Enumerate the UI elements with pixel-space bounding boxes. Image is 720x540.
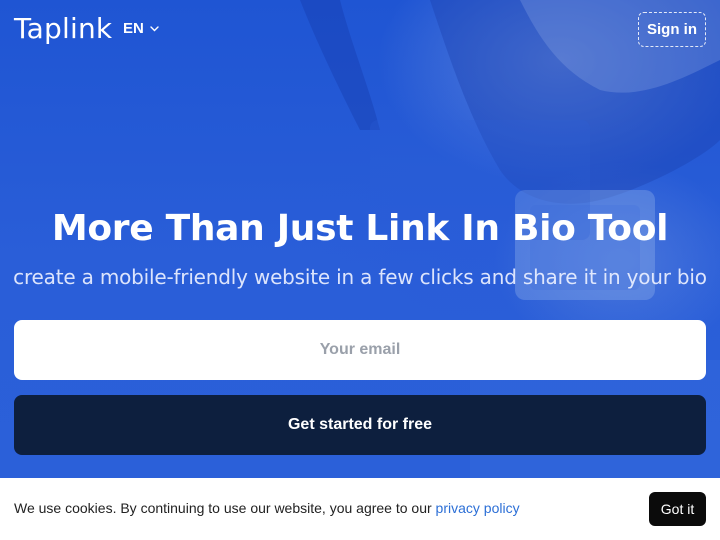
got-it-button[interactable]: Got it — [649, 492, 706, 526]
cookie-text: We use cookies. By continuing to use our… — [14, 500, 436, 516]
language-label: EN — [123, 20, 144, 37]
page-subheadline: create a mobile-friendly website in a fe… — [13, 265, 707, 289]
hero-section: Taplink EN Sign in More Than Just Link I… — [0, 0, 720, 478]
privacy-policy-link[interactable]: privacy policy — [436, 500, 520, 516]
chevron-down-icon — [150, 25, 159, 31]
language-selector[interactable]: EN — [123, 20, 159, 37]
sign-in-button[interactable]: Sign in — [638, 12, 706, 47]
taplink-logo[interactable]: Taplink — [14, 12, 112, 45]
email-input[interactable] — [14, 320, 706, 380]
cookie-message: We use cookies. By continuing to use our… — [14, 500, 520, 516]
get-started-button[interactable]: Get started for free — [14, 395, 706, 455]
page-headline: More Than Just Link In Bio Tool — [51, 208, 669, 249]
cookie-banner: We use cookies. By continuing to use our… — [0, 478, 720, 540]
